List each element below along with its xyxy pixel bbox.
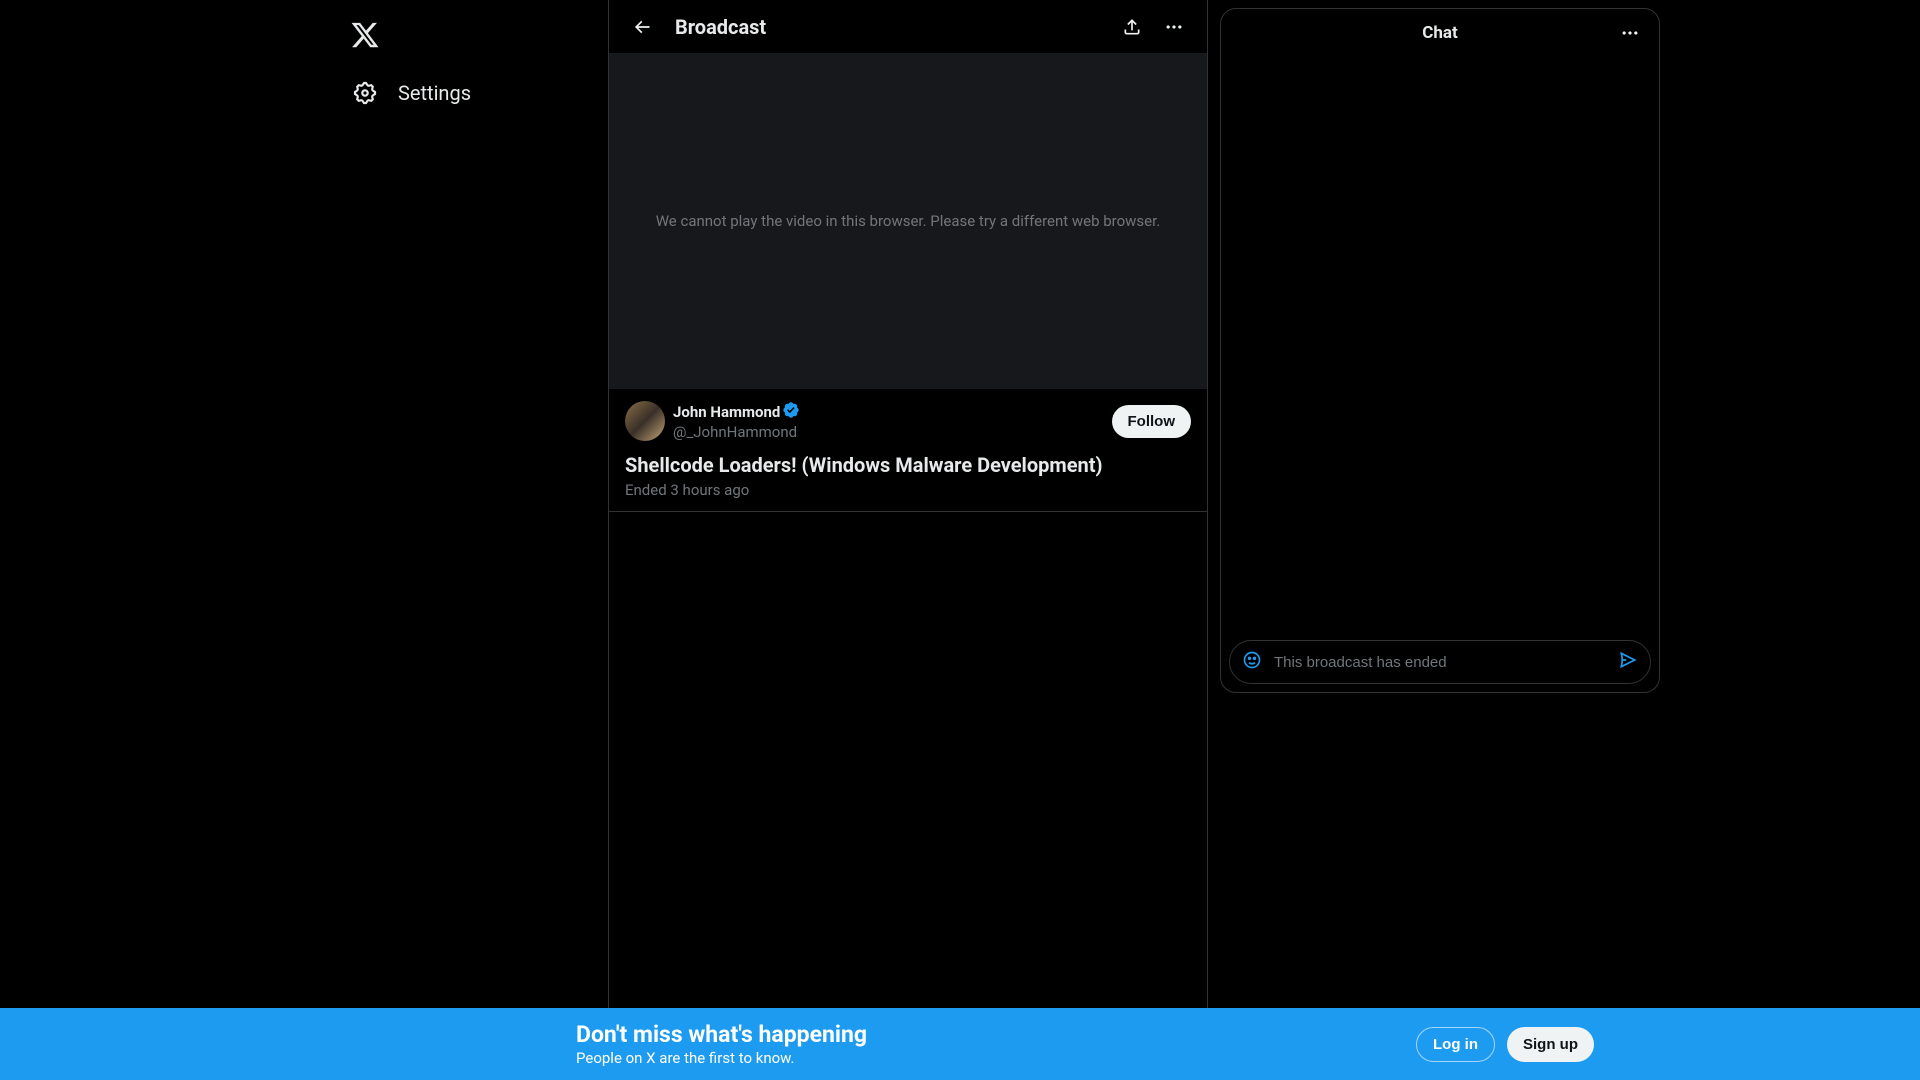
broadcast-title: Shellcode Loaders! (Windows Malware Deve… [625, 453, 1191, 477]
avatar[interactable] [625, 401, 665, 441]
back-button[interactable] [625, 10, 659, 44]
right-column: Chat [1208, 0, 1663, 1080]
more-button[interactable] [1157, 10, 1191, 44]
login-button[interactable]: Log in [1416, 1027, 1495, 1062]
main-column: Broadcast We cannot play the video in th… [608, 0, 1208, 1080]
user-handle[interactable]: @_JohnHammond [673, 423, 1112, 441]
chat-more-button[interactable] [1613, 16, 1647, 50]
user-name[interactable]: John Hammond [673, 403, 780, 421]
follow-button[interactable]: Follow [1112, 405, 1192, 438]
sidebar-item-label: Settings [398, 81, 471, 105]
banner-subtitle: People on X are the first to know. [576, 1049, 1416, 1067]
x-logo[interactable] [340, 10, 390, 60]
chat-input [1274, 654, 1618, 671]
signup-banner: Don't miss what's happening People on X … [0, 1008, 1920, 1080]
chat-panel: Chat [1220, 8, 1660, 693]
page-title: Broadcast [675, 15, 1115, 39]
send-button[interactable] [1618, 650, 1638, 674]
more-icon [1164, 17, 1184, 37]
verified-badge-icon [782, 401, 800, 423]
emoji-icon [1242, 650, 1262, 670]
chat-messages [1221, 57, 1659, 632]
sidebar: Settings [340, 0, 608, 1080]
more-icon [1620, 23, 1640, 43]
emoji-button[interactable] [1242, 650, 1262, 674]
broadcast-time: Ended 3 hours ago [625, 481, 1191, 499]
signup-button[interactable]: Sign up [1507, 1027, 1594, 1062]
banner-title: Don't miss what's happening [576, 1021, 1416, 1049]
broadcast-info: John Hammond @_JohnHammond Follow Shellc… [609, 389, 1207, 512]
send-icon [1618, 650, 1638, 670]
share-icon [1122, 17, 1142, 37]
x-logo-icon [350, 20, 380, 50]
chat-input-bar [1229, 640, 1651, 684]
arrow-left-icon [632, 17, 652, 37]
video-player: We cannot play the video in this browser… [609, 53, 1207, 389]
main-header: Broadcast [609, 0, 1207, 53]
gear-icon [352, 80, 378, 106]
chat-title: Chat [1422, 23, 1458, 43]
video-error-message: We cannot play the video in this browser… [656, 212, 1161, 230]
sidebar-item-settings[interactable]: Settings [340, 68, 499, 118]
share-button[interactable] [1115, 10, 1149, 44]
chat-header: Chat [1221, 9, 1659, 57]
